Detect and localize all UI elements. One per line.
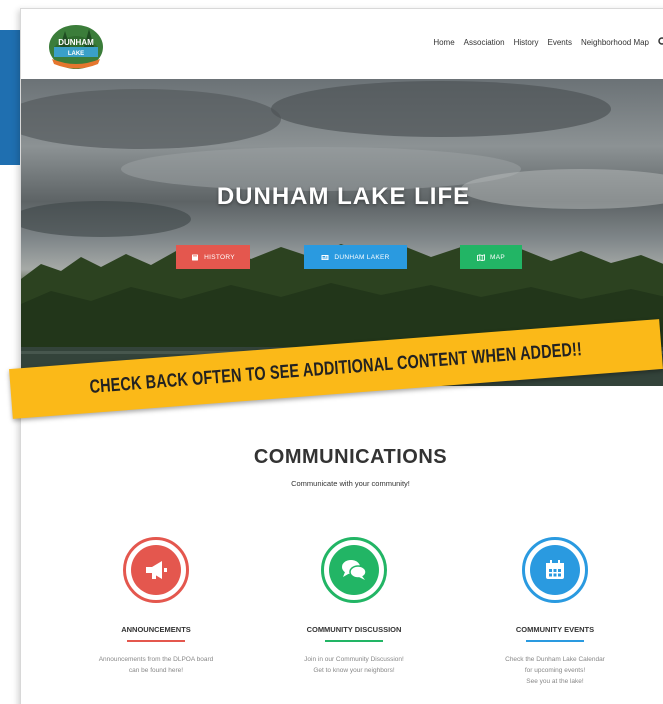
community-events-title: COMMUNITY EVENTS [515, 625, 595, 634]
newspaper-icon [321, 254, 329, 260]
nav-neighborhood-map[interactable]: Neighborhood Map [581, 38, 649, 47]
announcements-description: Announcements from the DLPOA board can b… [76, 654, 236, 676]
nav-home[interactable]: Home [433, 38, 454, 47]
community-discussion-title: COMMUNITY DISCUSSION [306, 625, 402, 634]
community-events-desc-line1: Check the Dunham Lake Calendar [505, 656, 605, 663]
logo-text-dunham: DUNHAM [58, 38, 94, 47]
map-icon [477, 253, 485, 261]
community-events-column: COMMUNITY EVENTS Check the Dunham Lake C… [475, 537, 635, 687]
community-events-underline [526, 640, 584, 642]
map-button-label: MAP [490, 253, 505, 261]
announcements-underline [127, 640, 185, 642]
community-events-desc-line2: for upcoming events! [524, 667, 586, 674]
map-button[interactable]: MAP [460, 245, 522, 269]
community-discussion-desc-line2: Get to know your neighbors! [313, 667, 395, 674]
community-discussion-column: COMMUNITY DISCUSSION Join in our Communi… [274, 537, 434, 676]
community-discussion-circle[interactable] [321, 537, 387, 603]
main-nav: Home Association History Events Neighbor… [433, 37, 663, 47]
site-logo[interactable]: DUNHAM LAKE [46, 17, 106, 73]
communications-title: COMMUNICATIONS [253, 446, 448, 468]
nav-association[interactable]: Association [464, 38, 505, 47]
community-events-desc-line3: See you at the lake! [526, 678, 584, 685]
community-events-description: Check the Dunham Lake Calendar for upcom… [475, 654, 635, 687]
announcements-desc-line2: can be found here! [128, 667, 184, 674]
community-events-circle[interactable] [522, 537, 588, 603]
community-discussion-underline [325, 640, 383, 642]
search-icon[interactable] [658, 37, 663, 47]
chat-icon [342, 560, 367, 580]
announcements-column: ANNOUNCEMENTS Announcements from the DLP… [76, 537, 236, 676]
dunham-laker-button[interactable]: DUNHAM LAKER [304, 245, 407, 269]
megaphone-icon [146, 561, 167, 579]
community-discussion-description: Join in our Community Discussion! Get to… [274, 654, 434, 676]
announcements-desc-line1: Announcements from the DLPOA board [98, 656, 214, 663]
history-button-label: HISTORY [204, 253, 235, 261]
dunham-laker-button-label: DUNHAM LAKER [334, 253, 390, 261]
hero-title: DUNHAM LAKE LIFE [216, 183, 471, 210]
book-icon [192, 254, 199, 260]
community-discussion-desc-line1: Join in our Community Discussion! [304, 656, 404, 663]
site-header: DUNHAM LAKE Home Association History Eve… [21, 9, 663, 79]
logo-text-lake: LAKE [68, 51, 84, 57]
announcements-circle[interactable] [123, 537, 189, 603]
calendar-icon [546, 560, 564, 579]
nav-history[interactable]: History [514, 38, 539, 47]
communications-subtitle: Communicate with your community! [291, 479, 410, 488]
nav-events[interactable]: Events [547, 38, 571, 47]
announcements-title: ANNOUNCEMENTS [121, 625, 191, 634]
history-button[interactable]: HISTORY [176, 245, 250, 269]
